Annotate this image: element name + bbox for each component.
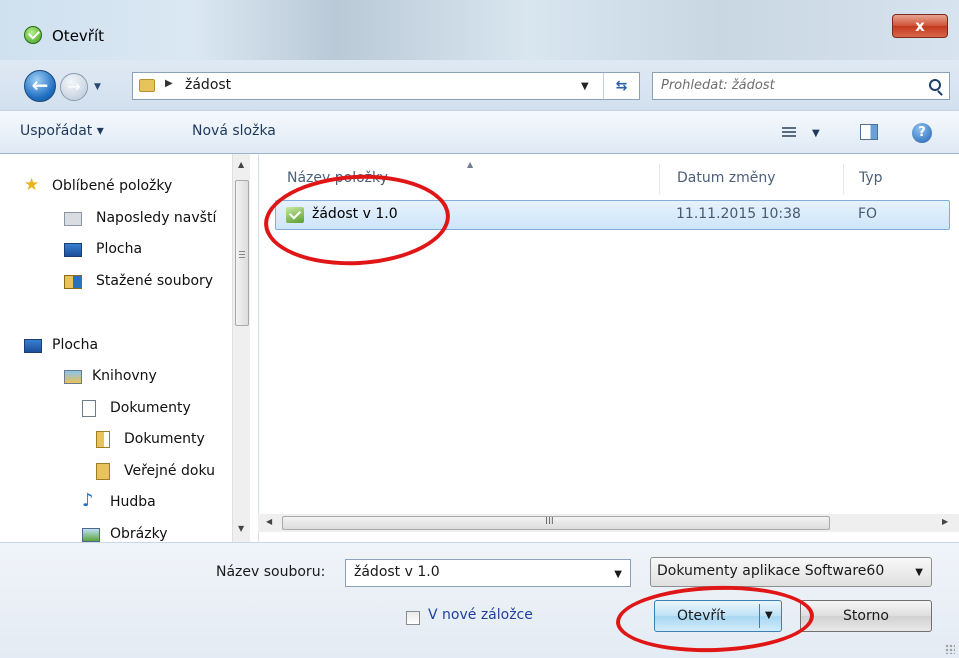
nav-item-label: Obrázky <box>110 526 168 542</box>
file-icon <box>286 207 304 223</box>
documents-icon <box>82 400 96 417</box>
preview-pane-icon[interactable] <box>860 124 878 140</box>
file-type: FO <box>858 206 878 222</box>
folder-icon <box>139 79 155 92</box>
breadcrumb-separator-icon[interactable]: ▶ <box>165 78 173 89</box>
file-list: ▲ Název položky Datum změny Typ žádost v… <box>258 154 959 542</box>
search-placeholder: Prohledat: žádost <box>661 78 775 93</box>
nav-item-label: Dokumenty <box>110 400 191 416</box>
nav-item-label: Oblíbené položky <box>52 178 173 194</box>
nav-item-downloads[interactable]: Stažené soubory <box>64 273 214 289</box>
folder-icon <box>96 463 110 480</box>
column-divider[interactable] <box>843 164 844 194</box>
view-options-chevron-down-icon[interactable]: ▼ <box>812 128 820 139</box>
resize-grip-icon[interactable] <box>945 644 955 654</box>
sort-ascending-icon: ▲ <box>467 160 474 169</box>
nav-item-label: Plocha <box>96 241 143 257</box>
nav-item-music[interactable]: ♪ Hudba <box>82 492 156 511</box>
help-icon[interactable]: ? <box>912 123 932 143</box>
open-button-label: Otevřít <box>677 608 726 624</box>
hscroll-thumb[interactable]: III <box>282 516 830 530</box>
filename-label: Název souboru: <box>216 564 326 580</box>
nav-item-label: Dokumenty <box>124 431 205 447</box>
open-options-chevron-down-icon[interactable]: ▼ <box>765 610 773 621</box>
hscroll-grip: III <box>545 516 554 527</box>
nav-scroll-thumb[interactable] <box>235 180 249 326</box>
refresh-icon[interactable]: ⇆ <box>603 73 639 99</box>
nav-item-label: Knihovny <box>92 368 157 384</box>
app-icon <box>24 26 42 44</box>
file-name: žádost v 1.0 <box>312 206 398 222</box>
navigation-pane: ★ Oblíbené položky Naposledy navští Ploc… <box>0 154 258 542</box>
address-row: ← → ▼ ▶ žádost ▼ ⇆ Prohledat: žádost <box>0 60 959 110</box>
window-title: Otevřít <box>52 27 105 45</box>
scroll-left-icon[interactable]: ◀ <box>266 517 272 526</box>
search-input[interactable]: Prohledat: žádost <box>652 72 950 100</box>
command-bar: Uspořádat ▾ Nová složka ▼ ? <box>0 110 959 154</box>
column-header-type[interactable]: Typ <box>859 170 883 186</box>
nav-item-label: Plocha <box>52 337 99 353</box>
grip-icon <box>239 251 245 259</box>
new-tab-label[interactable]: V nové záložce <box>428 607 533 623</box>
column-header-name[interactable]: Název položky <box>287 170 388 186</box>
cancel-button[interactable]: Storno <box>800 600 932 632</box>
nav-item-desktop-root[interactable]: Plocha <box>24 337 99 353</box>
address-history-chevron-down-icon[interactable]: ▼ <box>581 81 589 92</box>
nav-item-libraries[interactable]: Knihovny <box>64 368 157 384</box>
recent-places-icon <box>64 212 82 226</box>
search-icon[interactable] <box>929 79 941 91</box>
filetype-chevron-down-icon[interactable]: ▼ <box>915 567 923 578</box>
desktop-icon <box>64 243 82 257</box>
filetype-select[interactable]: Dokumenty aplikace Software60 ▼ <box>650 557 932 587</box>
downloads-icon <box>64 275 82 289</box>
libraries-icon <box>64 370 82 384</box>
nav-item-label: Veřejné doku <box>124 463 215 479</box>
new-folder-button[interactable]: Nová složka <box>192 123 276 139</box>
organize-button[interactable]: Uspořádat ▾ <box>20 123 104 139</box>
nav-item-documents[interactable]: Dokumenty <box>82 400 191 417</box>
file-row[interactable]: žádost v 1.0 11.11.2015 10:38 FO <box>275 200 950 230</box>
filetype-value: Dokumenty aplikace Software60 <box>657 563 885 579</box>
nav-item-label: Hudba <box>110 494 156 510</box>
nav-item-label: Naposledy navští <box>96 210 217 226</box>
pictures-icon <box>82 528 100 542</box>
nav-item-desktop[interactable]: Plocha <box>64 241 143 257</box>
nav-scrollbar[interactable]: ▲ ▼ <box>232 154 250 542</box>
scroll-right-icon[interactable]: ▶ <box>942 517 948 526</box>
split-divider <box>759 604 760 628</box>
bottom-panel: Název souboru: žádost v 1.0 ▼ Dokumenty … <box>0 542 959 658</box>
close-button[interactable]: x <box>892 14 948 38</box>
filename-value: žádost v 1.0 <box>354 564 440 580</box>
title-bar: Otevřít x <box>0 0 959 60</box>
nav-item-pictures[interactable]: Obrázky <box>82 526 168 542</box>
filename-history-chevron-down-icon[interactable]: ▼ <box>614 569 622 580</box>
new-tab-checkbox[interactable] <box>406 611 420 625</box>
star-icon: ★ <box>24 175 40 195</box>
nav-item-public-documents[interactable]: Veřejné doku <box>96 463 215 480</box>
column-header-date[interactable]: Datum změny <box>677 170 776 186</box>
file-date: 11.11.2015 10:38 <box>676 206 801 222</box>
scroll-down-icon[interactable]: ▼ <box>238 524 244 533</box>
forward-button[interactable]: → <box>60 73 88 101</box>
filename-input[interactable]: žádost v 1.0 ▼ <box>345 559 631 587</box>
nav-item-recent-places[interactable]: Naposledy navští <box>64 210 217 226</box>
nav-item-favorites[interactable]: ★ Oblíbené položky <box>24 177 173 195</box>
nav-item-label: Stažené soubory <box>96 273 214 289</box>
nav-item-my-documents[interactable]: Dokumenty <box>96 431 205 448</box>
recent-locations-chevron-down-icon[interactable]: ▼ <box>94 82 101 92</box>
address-bar[interactable]: ▶ žádost ▼ ⇆ <box>132 72 640 100</box>
desktop-icon <box>24 339 42 353</box>
back-button[interactable]: ← <box>24 70 56 102</box>
scroll-up-icon[interactable]: ▲ <box>238 160 244 169</box>
music-icon: ♪ <box>82 490 94 511</box>
column-divider[interactable] <box>659 164 660 194</box>
change-view-icon[interactable] <box>782 127 796 139</box>
folder-icon <box>96 431 110 448</box>
open-button[interactable]: Otevřít ▼ <box>654 600 782 632</box>
breadcrumb-item[interactable]: žádost <box>185 77 231 93</box>
file-list-hscrollbar[interactable]: ◀ III ▶ <box>258 514 959 532</box>
